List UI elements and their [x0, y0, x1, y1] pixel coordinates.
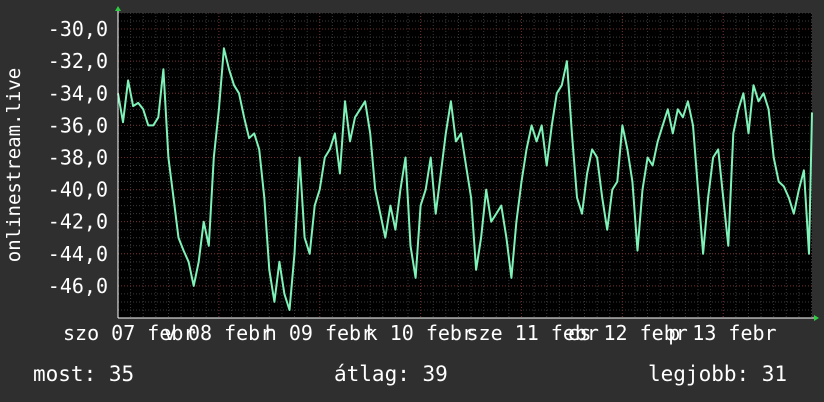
y-tick-label: -32,0 [48, 49, 108, 73]
y-tick-label: -30,0 [48, 17, 108, 41]
x-tick-label: p 13 febr [668, 321, 776, 345]
y-tick-label: -46,0 [48, 274, 108, 298]
y-tick-label: -40,0 [48, 178, 108, 202]
y-tick-label: -36,0 [48, 113, 108, 137]
x-tick-label: h 09 febr [265, 321, 373, 345]
x-tick-label: k 10 febr [366, 321, 474, 345]
y-axis-label: onlinestream.live [2, 50, 26, 280]
x-axis-arrow [814, 315, 819, 321]
y-axis-arrow [115, 6, 121, 11]
chart-window: -30,0 -32,0 -34,0 -36,0 -38,0 -40,0 -42,0 -44,0… [0, 0, 824, 402]
current-value: most: 35 [33, 362, 135, 386]
max-value: legjobb: 31 [648, 362, 788, 386]
y-axis-label-text: onlinestream.live [3, 67, 25, 263]
y-tick-label: -34,0 [48, 81, 108, 105]
average-value: átlag: 39 [334, 362, 448, 386]
temperature-line-chart: -30,0 -32,0 -34,0 -36,0 -38,0 -40,0 -42,0 -44,0… [48, 6, 819, 345]
y-tick-label: -38,0 [48, 145, 108, 169]
y-tick-label: -44,0 [48, 242, 108, 266]
x-tick-label: v 08 febr [164, 321, 272, 345]
y-tick-label: -42,0 [48, 210, 108, 234]
